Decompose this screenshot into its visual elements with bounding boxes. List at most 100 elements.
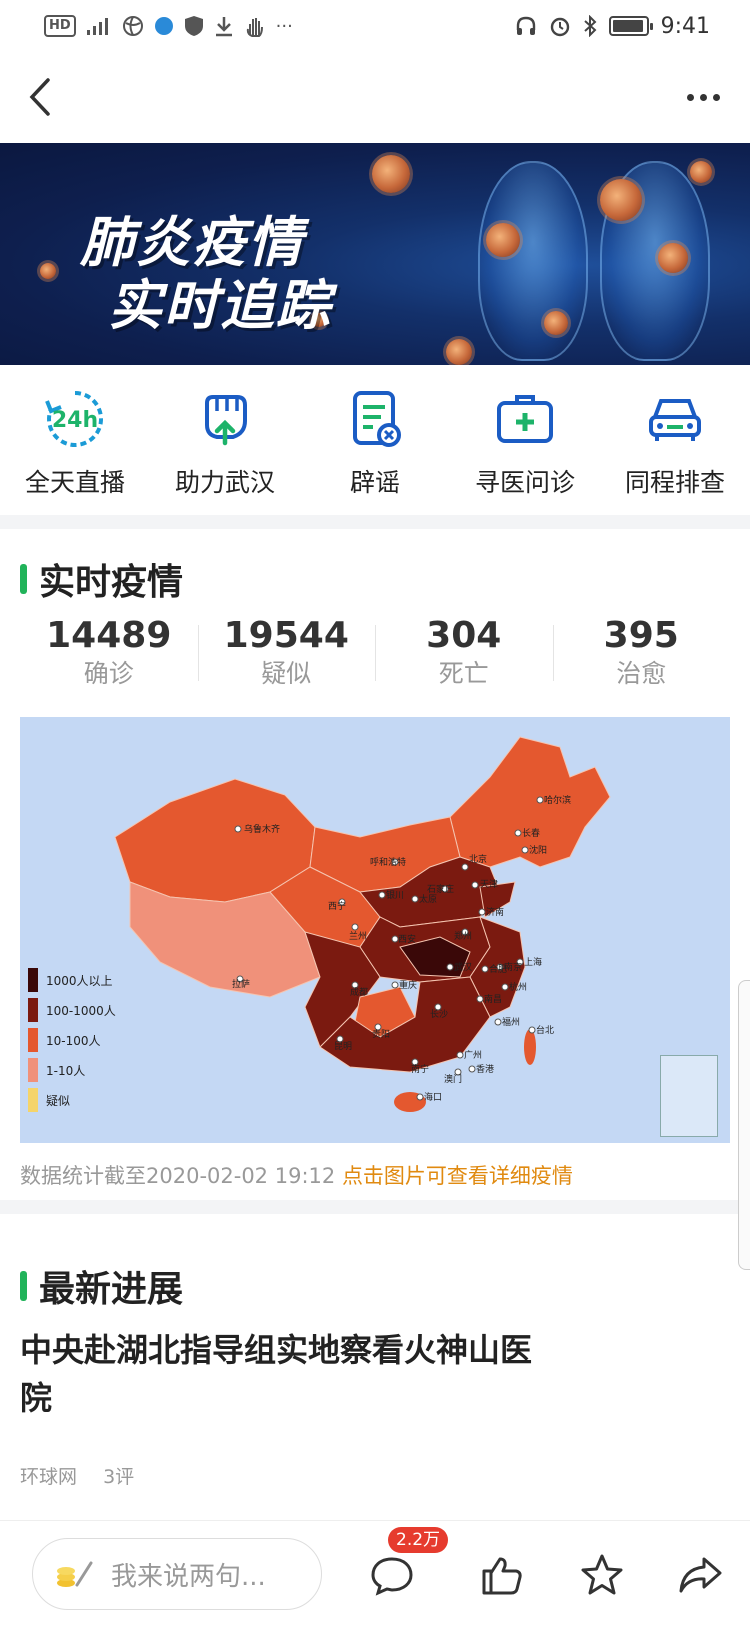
svg-text:乌鲁木齐: 乌鲁木齐	[244, 823, 280, 834]
epidemic-banner[interactable]: 肺炎疫情 实时追踪	[0, 143, 750, 365]
share-icon[interactable]	[676, 1551, 724, 1599]
svg-text:西安: 西安	[398, 933, 416, 944]
virus-graphic	[372, 155, 410, 193]
view-detail-link[interactable]: 点击图片可查看详细疫情	[342, 1164, 573, 1188]
stat-deaths: 304 死亡	[375, 615, 553, 695]
svg-text:哈尔滨: 哈尔滨	[544, 794, 571, 805]
quick-link-label: 全天直播	[24, 468, 125, 497]
quick-link-label: 辟谣	[349, 468, 400, 497]
region-taiwan	[524, 1029, 536, 1065]
svg-text:香港: 香港	[476, 1063, 494, 1074]
status-bar: HD ··· 9:41	[0, 0, 750, 52]
svg-text:兰州: 兰州	[349, 930, 367, 941]
stat-confirmed: 14489 确诊	[20, 615, 198, 695]
quick-link-label: 寻医问诊	[474, 468, 575, 497]
title-accent-bar	[20, 1271, 27, 1301]
signal-icon	[86, 18, 108, 35]
scroll-indicator[interactable]	[738, 980, 750, 1270]
realtime-title: 实时疫情	[39, 562, 184, 603]
pen-coins-icon	[57, 1561, 93, 1587]
svg-text:南京: 南京	[504, 961, 522, 972]
south-china-sea-inset	[660, 1055, 718, 1137]
virus-graphic	[544, 311, 568, 335]
24h-clock-icon: 24h	[45, 391, 103, 447]
status-time: 9:41	[660, 13, 710, 39]
virus-graphic	[486, 223, 520, 257]
quick-link-support-wuhan[interactable]: 助力武汉	[150, 365, 300, 515]
comment-bubble-icon[interactable]	[368, 1551, 416, 1599]
more-options-button[interactable]	[678, 80, 728, 114]
svg-text:福州: 福州	[502, 1016, 520, 1027]
alarm-icon	[550, 17, 569, 37]
stat-label: 疑似	[261, 659, 312, 688]
svg-text:上海: 上海	[524, 956, 542, 967]
svg-text:武汉: 武汉	[454, 961, 472, 972]
svg-text:成都: 成都	[350, 986, 368, 997]
china-map-graphic: 乌鲁木齐哈尔滨长春沈阳 呼和浩特 北京天津石家庄 银川 太原济南西宁 兰州 郑州西安合…	[114, 736, 611, 1112]
realtime-section-title: 实时疫情	[20, 553, 183, 605]
stat-label: 死亡	[438, 659, 489, 688]
virus-graphic	[600, 179, 642, 221]
quick-link-live[interactable]: 24h 全天直播	[0, 365, 150, 515]
stat-recovered: 395 治愈	[552, 615, 731, 695]
stat-value: 304	[426, 615, 502, 656]
epidemic-map[interactable]: 乌鲁木齐 哈尔滨 长春 沈阳 呼和浩特 北京 天津 石家庄 银川 太原 济南 西宁 兰州 郑州 西安合…	[20, 717, 730, 1143]
back-icon[interactable]	[22, 74, 62, 120]
hand-icon	[246, 18, 263, 37]
comment-placeholder: 我来说两句...	[111, 1561, 266, 1592]
svg-text:太原: 太原	[419, 893, 437, 904]
quick-link-rumor[interactable]: 辟谣	[300, 365, 450, 515]
svg-text:郑州: 郑州	[454, 930, 472, 941]
virus-graphic	[690, 161, 712, 183]
svg-text:长春: 长春	[522, 827, 540, 838]
legend-item: 10-100人	[28, 1025, 116, 1055]
stat-value: 395	[603, 615, 679, 656]
star-icon[interactable]	[578, 1551, 626, 1599]
svg-text:长沙: 长沙	[430, 1008, 448, 1019]
title-accent-bar	[20, 564, 27, 594]
legend-item: 1000人以上	[28, 965, 116, 995]
virus-graphic	[446, 339, 472, 365]
stat-label: 确诊	[83, 659, 134, 688]
download-icon	[215, 17, 232, 37]
headset-icon	[516, 16, 535, 35]
news-meta: 环球网 3评	[20, 1462, 134, 1489]
latest-title: 最新进展	[39, 1269, 184, 1310]
quick-link-label: 同程排查	[624, 468, 725, 497]
svg-text:北京: 北京	[469, 853, 487, 864]
rumor-document-icon	[353, 391, 401, 447]
news-source: 环球网	[20, 1466, 78, 1488]
svg-text:西宁: 西宁	[328, 900, 346, 911]
network-type: HD	[44, 15, 76, 37]
svg-text:沈阳: 沈阳	[529, 844, 547, 855]
fist-icon	[205, 395, 247, 446]
svg-text:杭州: 杭州	[509, 981, 527, 992]
banner-title-line2: 实时追踪	[108, 274, 332, 337]
battery-icon	[608, 16, 653, 36]
svg-text:济南: 济南	[486, 906, 504, 917]
quick-link-same-trip[interactable]: 同程排查	[600, 365, 750, 515]
quick-links: 24h 全天直播 助力武汉 辟谣 寻医问诊 同程排查	[0, 365, 750, 515]
comment-input[interactable]: 我来说两句...	[32, 1538, 322, 1610]
quick-link-consult[interactable]: 寻医问诊	[450, 365, 600, 515]
thumbs-up-icon[interactable]	[478, 1551, 526, 1599]
svg-text:拉萨: 拉萨	[232, 978, 250, 989]
latest-section-title: 最新进展	[20, 1260, 183, 1312]
status-left: HD ···	[44, 12, 293, 40]
medical-kit-icon	[497, 395, 553, 443]
news-headline[interactable]: 中央赴湖北指导组实地察看火神山医院	[20, 1326, 540, 1422]
svg-text:石家庄: 石家庄	[427, 883, 454, 894]
svg-text:贵阳: 贵阳	[372, 1028, 390, 1039]
nav-bar	[0, 52, 750, 142]
data-timestamp: 数据统计截至2020-02-02 19:12	[20, 1164, 336, 1188]
stat-value: 14489	[46, 615, 172, 656]
stat-label: 治愈	[616, 659, 667, 688]
legend-item: 1-10人	[28, 1055, 116, 1085]
svg-text:天津: 天津	[480, 879, 498, 889]
stats-row: 14489 确诊 19544 疑似 304 死亡 395 治愈	[20, 615, 730, 695]
app-icon	[154, 17, 173, 35]
car-icon	[649, 399, 701, 441]
quick-link-label: 助力武汉	[174, 468, 275, 497]
svg-text:澳门: 澳门	[444, 1073, 462, 1084]
status-right: 9:41	[515, 12, 710, 40]
